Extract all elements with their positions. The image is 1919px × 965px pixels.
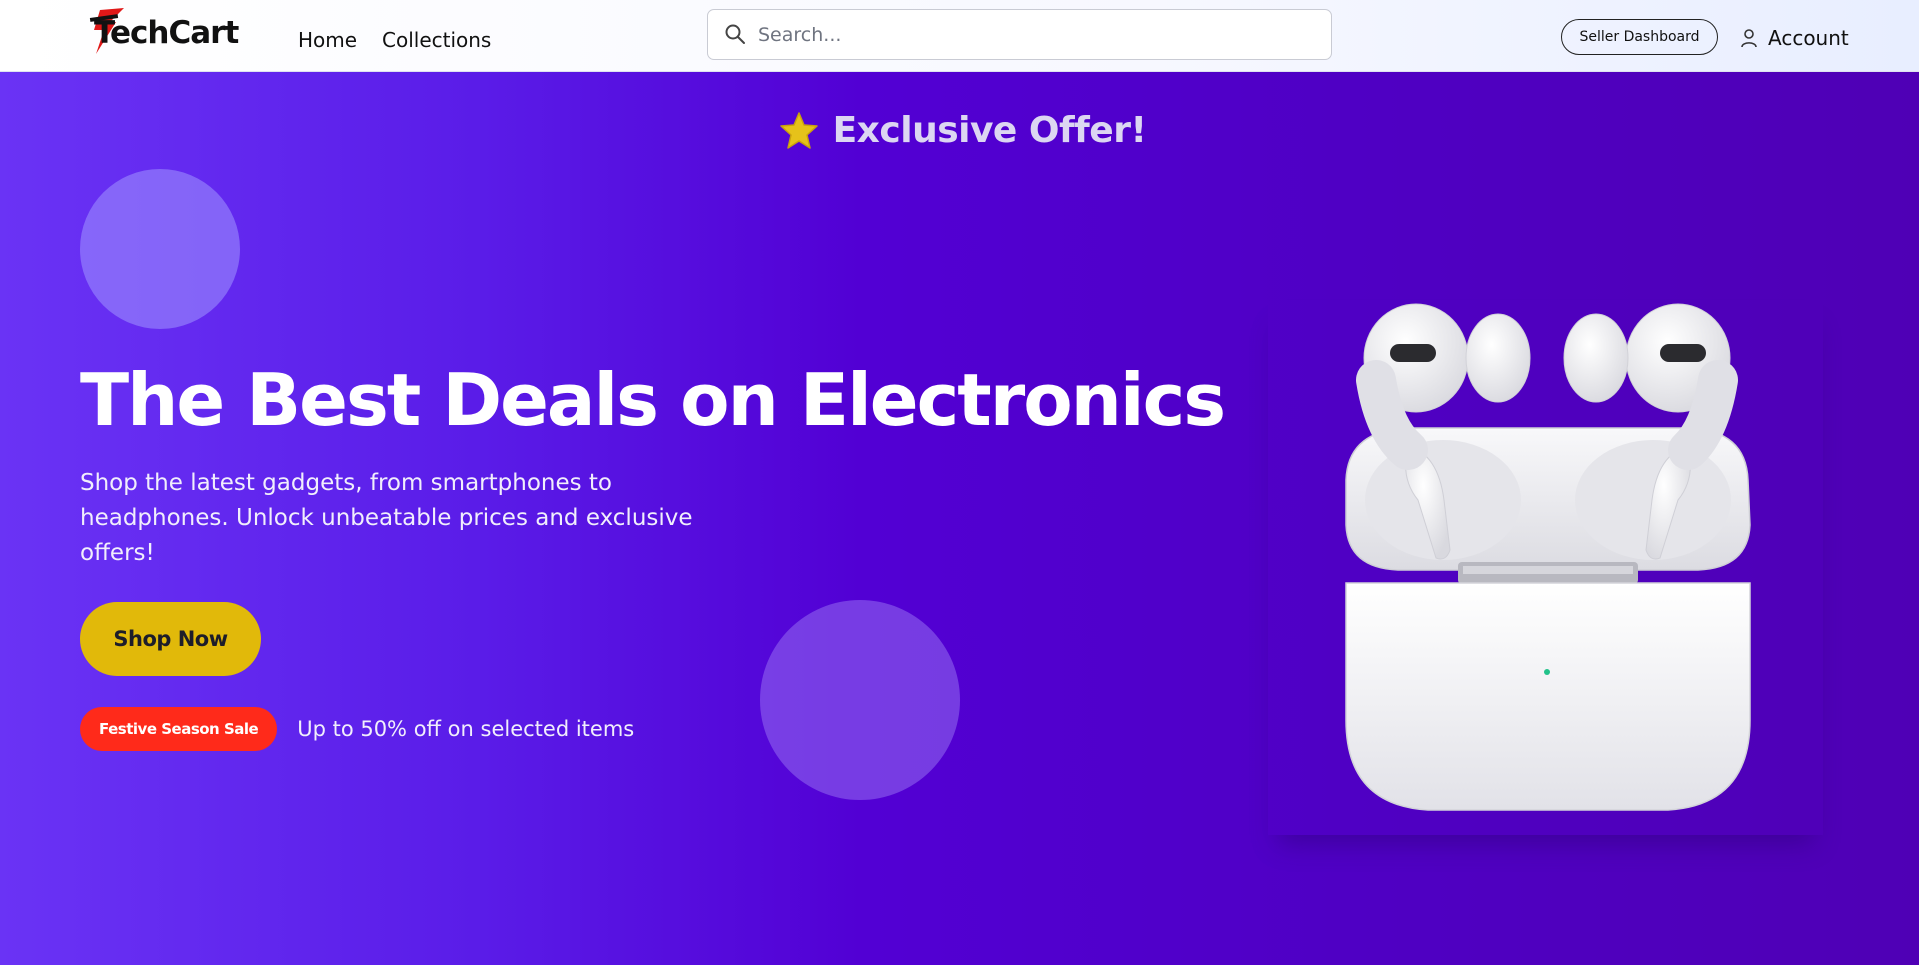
sale-description: Up to 50% off on selected items (297, 717, 635, 741)
account-label: Account (1768, 26, 1849, 50)
decorative-circle (80, 169, 240, 329)
star-icon (779, 111, 818, 149)
top-navbar: TechCart Home Collections Seller Dashboa… (0, 0, 1919, 72)
exclusive-offer-banner: Exclusive Offer! (0, 110, 1919, 151)
logo-wordmark: TechCart (94, 15, 239, 51)
account-menu[interactable]: Account (1740, 24, 1849, 52)
techcart-logo[interactable]: TechCart (88, 6, 239, 58)
seller-dashboard-button[interactable]: Seller Dashboard (1561, 19, 1718, 55)
search-bar[interactable] (707, 9, 1332, 60)
nav-collections-link[interactable]: Collections (382, 28, 491, 52)
user-icon (1741, 29, 1757, 48)
airpods-image (1345, 303, 1751, 811)
decorative-circle (760, 600, 960, 800)
hero-title: The Best Deals on Electronics (80, 358, 1226, 442)
search-input[interactable] (758, 18, 1318, 52)
search-icon (725, 24, 745, 44)
hero-banner: Exclusive Offer! The Best Deals on Elect… (0, 72, 1919, 965)
shop-now-button[interactable]: Shop Now (80, 602, 261, 676)
sale-info: Festive Season Sale Up to 50% off on sel… (80, 707, 634, 751)
offer-text: Exclusive Offer! (832, 110, 1147, 151)
festive-sale-badge: Festive Season Sale (80, 707, 278, 751)
product-image-airpods[interactable] (1268, 300, 1823, 835)
hero-description: Shop the latest gadgets, from smartphone… (80, 470, 693, 566)
nav-home-link[interactable]: Home (298, 28, 357, 52)
